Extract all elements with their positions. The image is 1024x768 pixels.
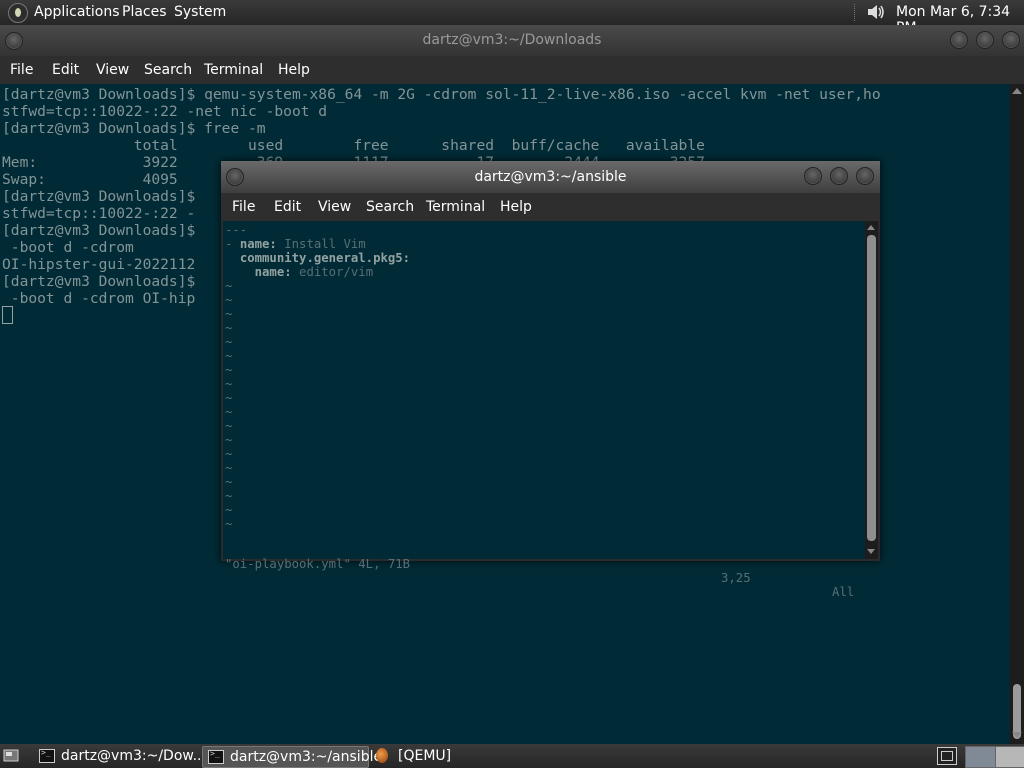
scroll-up-icon[interactable] [867,225,875,230]
panel-separator [854,4,857,21]
empty-line-marker: ~ [225,349,233,363]
volume-icon[interactable] [866,3,886,21]
vim-editor[interactable]: --- - name: Install Vim community.genera… [223,221,865,599]
terminal-line: OI-hipster-gui-2022112 [2,256,196,273]
terminal-icon [39,748,55,763]
menu-terminal[interactable]: Terminal [426,199,485,215]
menu-search[interactable]: Search [366,199,414,215]
status-file-info: "oi-playbook.yml" 4L, 71B [225,557,411,571]
status-cursor-position: 3,25 [721,571,751,585]
menu-terminal[interactable]: Terminal [204,62,263,78]
taskbar-item-downloads[interactable]: dartz@vm3:~/Dow... [34,746,206,766]
front-terminal-window: dartz@vm3:~/ansible File Edit View Searc… [221,161,880,599]
maximize-button[interactable] [830,167,848,185]
window-list-icon[interactable] [937,747,957,765]
bottom-panel: dartz@vm3:~/Dow... dartz@vm3:~/ansible [… [0,744,1024,768]
empty-line-marker: ~ [225,461,233,475]
yaml-line: name: editor/vim [254,265,374,279]
taskbar-item-label: dartz@vm3:~/Dow... [61,748,206,764]
menu-file[interactable]: File [10,62,33,78]
workspace-2[interactable] [995,746,1024,768]
empty-line-marker: ~ [225,321,233,335]
qemu-icon [376,748,388,763]
empty-line-marker: ~ [225,405,233,419]
back-window-menubar: File Edit View Search Terminal Help [0,56,1024,84]
empty-line-marker: ~ [225,517,233,531]
terminal-cursor [2,306,13,324]
front-window-menubar: File Edit View Search Terminal Help [221,193,880,221]
status-scroll-position: All [832,585,855,599]
empty-line-marker: ~ [225,279,233,293]
close-button[interactable] [856,167,874,185]
close-button[interactable] [1002,31,1020,49]
menu-help[interactable]: Help [278,62,310,78]
terminal-line: [dartz@vm3 Downloads]$ qemu-system-x86_6… [2,86,881,103]
front-terminal-scrollbar[interactable] [865,221,878,559]
empty-line-marker: ~ [225,293,233,307]
empty-line-marker: ~ [225,391,233,405]
menu-view[interactable]: View [318,199,351,215]
taskbar-item-label: [QEMU] [398,748,452,764]
empty-line-marker: ~ [225,503,233,517]
scrollbar-thumb[interactable] [867,235,876,541]
terminal-icon [208,749,224,764]
taskbar-item-label: dartz@vm3:~/ansible [230,749,383,765]
terminal-line: total used free shared buff/cache availa… [2,137,705,154]
empty-line-marker: ~ [225,419,233,433]
terminal-line: -boot d -cdrom OI-hip [2,290,196,307]
system-menu[interactable]: System [174,4,226,20]
empty-line-marker: ~ [225,475,233,489]
empty-line-marker: ~ [225,307,233,321]
terminal-line: -boot d -cdrom [2,239,134,256]
gnome-foot-icon[interactable] [8,3,28,23]
scroll-down-icon[interactable] [867,549,875,554]
yaml-doc-start: --- [225,223,248,237]
terminal-line: stfwd=tcp::10022-:22 - [2,205,196,222]
menu-search[interactable]: Search [144,62,192,78]
menu-edit[interactable]: Edit [52,62,79,78]
maximize-button[interactable] [976,31,994,49]
menu-help[interactable]: Help [500,199,532,215]
back-window-titlebar[interactable]: dartz@vm3:~/Downloads [0,25,1024,56]
scrollbar-thumb[interactable] [1013,684,1021,739]
terminal-line: Swap: 4095 [2,171,178,188]
yaml-line: community.general.pkg5: [239,251,411,265]
menu-view[interactable]: View [96,62,129,78]
minimize-button[interactable] [804,167,822,185]
top-panel: Applications Places System Mon Mar 6, 7:… [0,0,1024,36]
yaml-line: - name: Install Vim [225,237,366,251]
taskbar-item-ansible[interactable]: dartz@vm3:~/ansible [202,746,382,768]
empty-line-marker: ~ [225,447,233,461]
empty-line-marker: ~ [225,489,233,503]
menu-edit[interactable]: Edit [274,199,301,215]
show-desktop-icon[interactable] [3,747,19,763]
minimize-button[interactable] [950,31,968,49]
taskbar-item-qemu[interactable]: [QEMU] [371,746,521,766]
scroll-down-icon[interactable] [1012,732,1022,738]
terminal-line: [dartz@vm3 Downloads]$ free -m [2,120,266,137]
vim-status-line: "oi-playbook.yml" 4L, 71B 3,25 All [225,543,863,613]
front-window-titlebar[interactable]: dartz@vm3:~/ansible [221,161,880,193]
menu-file[interactable]: File [232,199,255,215]
scroll-up-icon[interactable] [1012,88,1022,94]
places-menu[interactable]: Places [122,4,167,20]
empty-line-marker: ~ [225,363,233,377]
empty-line-marker: ~ [225,433,233,447]
front-window-title: dartz@vm3:~/ansible [474,169,627,185]
back-window-title: dartz@vm3:~/Downloads [422,32,602,48]
applications-menu[interactable]: Applications [34,4,120,20]
workspace-1[interactable] [965,746,996,768]
terminal-line: stfwd=tcp::10022-:22 -net nic -boot d [2,103,328,120]
empty-line-marker: ~ [225,335,233,349]
back-terminal-scrollbar[interactable] [1010,84,1024,744]
empty-line-marker: ~ [225,377,233,391]
